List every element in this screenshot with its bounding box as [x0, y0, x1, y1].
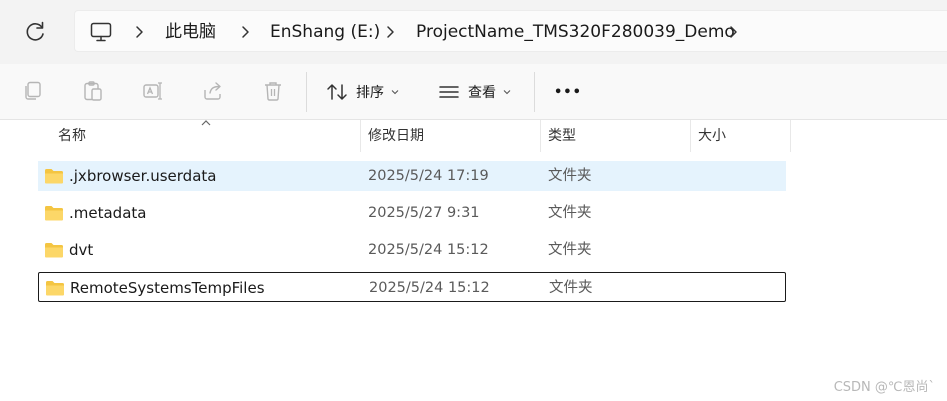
- column-header-name[interactable]: 名称: [58, 120, 86, 152]
- column-header-type[interactable]: 类型: [548, 120, 576, 152]
- breadcrumb-drive[interactable]: EnShang (E:): [270, 11, 380, 53]
- folder-icon: [45, 243, 63, 258]
- folder-icon: [45, 169, 63, 184]
- file-type: 文件夹: [548, 242, 592, 258]
- file-type: 文件夹: [549, 280, 593, 296]
- share-icon[interactable]: [202, 80, 224, 102]
- copy-icon[interactable]: [22, 80, 44, 102]
- sort-button[interactable]: 排序: [326, 74, 400, 110]
- refresh-icon[interactable]: [22, 19, 48, 45]
- paste-icon[interactable]: [82, 80, 104, 102]
- file-name: RemoteSystemsTempFiles: [70, 279, 265, 297]
- rename-icon[interactable]: [142, 80, 164, 102]
- chevron-right-icon[interactable]: [131, 24, 147, 40]
- column-header-size[interactable]: 大小: [698, 120, 726, 152]
- breadcrumb-this-pc[interactable]: 此电脑: [165, 11, 216, 53]
- file-name: .jxbrowser.userdata: [69, 167, 217, 185]
- file-name: .metadata: [69, 204, 147, 222]
- file-type: 文件夹: [548, 205, 592, 221]
- column-header-date[interactable]: 修改日期: [368, 120, 424, 152]
- file-list: 名称 修改日期 类型 大小 .jxbrowser.userdata 2025/5…: [0, 120, 947, 401]
- this-pc-icon[interactable]: [89, 20, 113, 44]
- chevron-right-icon[interactable]: [382, 24, 398, 40]
- view-label: 查看: [468, 85, 496, 101]
- more-options-button[interactable]: •••: [554, 74, 582, 110]
- column-divider[interactable]: [540, 120, 541, 152]
- sort-label: 排序: [356, 85, 384, 101]
- breadcrumb-folder[interactable]: ProjectName_TMS320F280039_Demo: [416, 11, 735, 53]
- column-divider[interactable]: [790, 120, 791, 152]
- file-date: 2025/5/24 15:12: [368, 242, 489, 258]
- command-bar: 排序 查看 •••: [0, 64, 947, 120]
- folder-icon: [46, 281, 64, 296]
- file-row[interactable]: dvt 2025/5/24 15:12 文件夹: [38, 235, 786, 265]
- file-type: 文件夹: [548, 168, 592, 184]
- file-row[interactable]: RemoteSystemsTempFiles 2025/5/24 15:12 文…: [38, 272, 786, 302]
- view-button[interactable]: 查看: [438, 74, 512, 110]
- address-bar[interactable]: 此电脑 EnShang (E:) ProjectName_TMS320F2800…: [74, 10, 947, 52]
- chevron-right-icon[interactable]: [725, 24, 741, 40]
- sort-icon: [327, 84, 347, 100]
- file-row[interactable]: .jxbrowser.userdata 2025/5/24 17:19 文件夹: [38, 161, 786, 191]
- file-row[interactable]: .metadata 2025/5/27 9:31 文件夹: [38, 198, 786, 228]
- delete-icon[interactable]: [262, 80, 284, 102]
- view-icon: [439, 86, 459, 98]
- chevron-down-icon: [503, 90, 511, 95]
- folder-icon: [45, 206, 63, 221]
- file-name: dvt: [69, 241, 94, 259]
- file-date: 2025/5/24 15:12: [369, 280, 490, 296]
- address-band: 此电脑 EnShang (E:) ProjectName_TMS320F2800…: [0, 0, 947, 64]
- chevron-down-icon: [391, 90, 399, 95]
- file-date: 2025/5/27 9:31: [368, 205, 480, 221]
- chevron-right-icon[interactable]: [237, 24, 253, 40]
- toolbar-divider: [306, 72, 307, 112]
- column-divider[interactable]: [690, 120, 691, 152]
- toolbar-divider: [534, 72, 535, 112]
- file-date: 2025/5/24 17:19: [368, 168, 489, 184]
- sort-ascending-icon: [201, 120, 211, 126]
- column-divider[interactable]: [360, 120, 361, 152]
- watermark: CSDN @℃恩尚`: [833, 380, 935, 395]
